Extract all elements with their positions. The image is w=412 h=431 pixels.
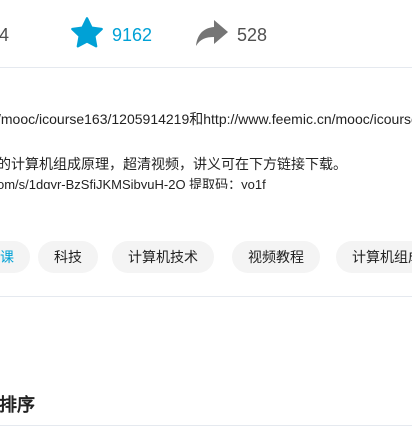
divider — [0, 425, 412, 426]
tag-chip[interactable]: 科技 — [38, 241, 98, 273]
description-line: om/s/1dgyr-BzSfiJKMSibyuH-2Q 提取码：yo1f — [0, 177, 266, 189]
coin-stat[interactable]: 24 — [0, 17, 9, 53]
tag-chip[interactable]: 计算机组成原理 — [336, 241, 412, 273]
share-arrow-icon — [195, 18, 229, 53]
tag-chip[interactable]: 课 — [0, 241, 30, 273]
video-page: 24 9162 528 /mooc/icourse163/1205914219和… — [0, 0, 412, 431]
coin-count: 24 — [0, 25, 10, 45]
share-count: 528 — [237, 25, 268, 45]
share-button[interactable]: 528 — [195, 17, 267, 53]
tag-chip[interactable]: 视频教程 — [232, 241, 320, 273]
star-icon — [70, 16, 104, 55]
tag-list: 课 科技 计算机技术 视频教程 计算机组成原理 — [0, 241, 412, 273]
description-line: 的计算机组成原理，超清视频，讲义可在下方链接下载。 — [0, 156, 347, 172]
description-line: /mooc/icourse163/1205914219和http://www.f… — [0, 111, 412, 127]
tag-chip[interactable]: 计算机技术 — [112, 241, 214, 273]
video-stats-bar: 24 9162 528 — [0, 0, 412, 67]
favorite-button[interactable]: 9162 — [70, 16, 153, 55]
video-description: /mooc/icourse163/1205914219和http://www.f… — [0, 68, 412, 198]
divider — [0, 296, 412, 297]
favorite-count: 9162 — [112, 25, 153, 45]
comment-sort-title: 排序 — [0, 395, 35, 415]
